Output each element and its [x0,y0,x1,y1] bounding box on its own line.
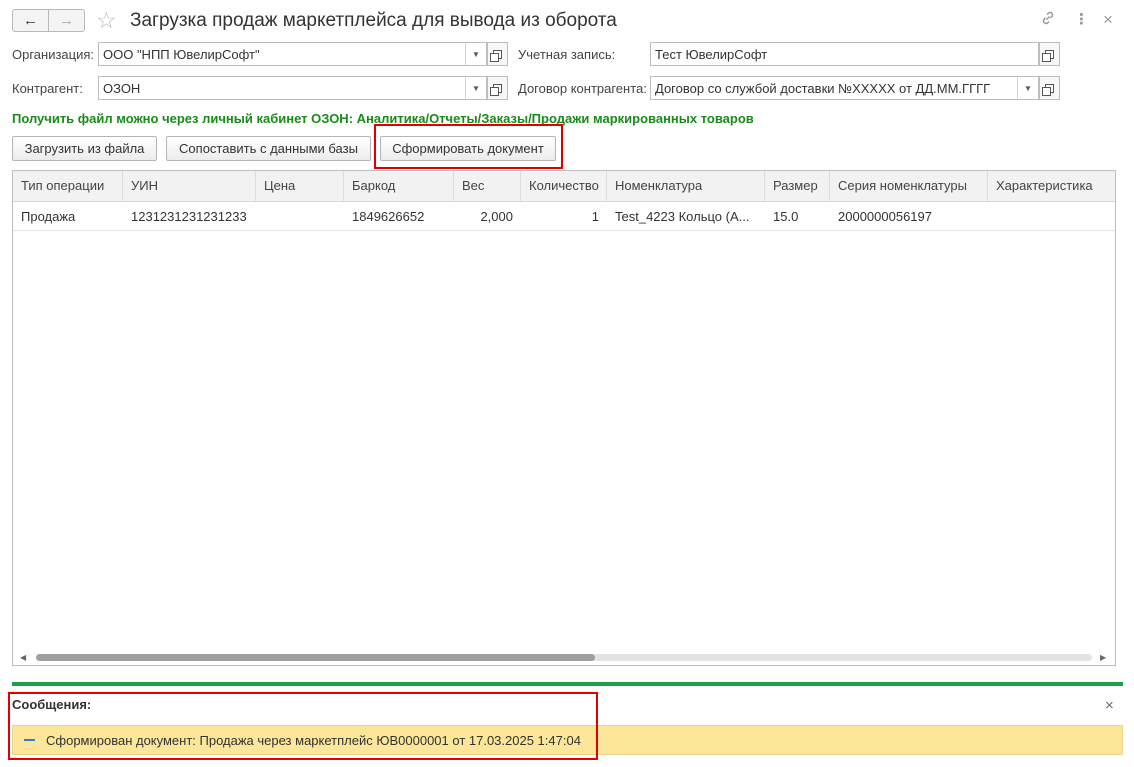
column-header[interactable]: Вес [454,171,521,201]
table-cell [988,202,1115,231]
organization-label: Организация: [12,47,95,62]
contract-label: Договор контрагента: [518,81,647,96]
arrow-left-icon: ← [23,12,38,29]
table-row[interactable]: Продажа 1231231231231233 1849626652 2,00… [13,202,1115,231]
compare-with-db-button[interactable]: Сопоставить с данными базы [166,136,371,161]
column-header[interactable]: Серия номенклатуры [830,171,988,201]
chevron-down-icon[interactable]: ▼ [465,77,486,99]
contract-value: Договор со службой доставки №XXXXX от ДД… [655,80,991,96]
column-header[interactable]: Размер [765,171,830,201]
highlight-box [374,124,563,169]
chevron-down-icon[interactable]: ▼ [465,43,486,65]
panel-divider [12,682,1123,686]
account-label: Учетная запись: [518,47,616,62]
table-cell: Продажа [21,209,76,224]
highlight-box [8,692,598,760]
open-window-icon [1042,83,1054,96]
column-header[interactable]: Тип операции [13,171,123,201]
account-value: Тест ЮвелирСофт [655,46,768,62]
column-header[interactable]: Количество [521,171,607,201]
counterparty-value: ОЗОН [103,80,141,96]
link-icon[interactable] [1040,10,1056,32]
scroll-right-icon[interactable]: ▶ [1100,651,1106,665]
organization-open-button[interactable] [487,42,508,66]
contract-open-button[interactable] [1039,76,1060,100]
table-cell: 2,000 [480,209,513,224]
counterparty-field[interactable]: ОЗОН ▼ [98,76,487,100]
forward-button[interactable]: → [48,9,85,32]
column-header[interactable]: Цена [256,171,344,201]
open-window-icon [1042,49,1054,62]
account-open-button[interactable] [1039,42,1060,66]
table-cell: 1 [591,209,599,224]
table-cell: 15.0 [773,209,799,224]
chevron-down-icon[interactable]: ▼ [1017,77,1038,99]
open-window-icon [490,49,502,62]
table-cell: Test_4223 Кольцо (А... [615,209,750,224]
back-button[interactable]: ← [12,9,49,32]
table-cell: 1849626652 [352,209,425,224]
contract-field[interactable]: Договор со службой доставки №XXXXX от ДД… [650,76,1039,100]
arrow-right-icon: → [59,12,74,29]
window-title: Загрузка продаж маркетплейса для вывода … [130,10,617,31]
link-icon-graphic [1042,11,1054,25]
scroll-left-icon[interactable]: ◀ [20,651,26,665]
messages-close-icon[interactable]: × [1105,698,1114,714]
column-header[interactable]: УИН [123,171,256,201]
table-cell: 2000000056197 [838,209,932,224]
column-header[interactable]: Характеристика [988,171,1115,201]
account-field[interactable]: Тест ЮвелирСофт [650,42,1039,66]
counterparty-open-button[interactable] [487,76,508,100]
favorite-star-icon[interactable]: ☆ [96,6,117,34]
column-header[interactable]: Номенклатура [607,171,765,201]
table-cell: 1231231231231233 [131,209,247,224]
table-cell [256,202,344,231]
more-icon[interactable]: ⋮ [1074,10,1089,30]
data-table[interactable]: Тип операции УИН Цена Баркод Вес Количес… [12,170,1116,666]
horizontal-scrollbar[interactable]: ◀ ▶ [12,650,1116,666]
open-window-icon [490,83,502,96]
close-icon[interactable]: × [1103,10,1113,30]
organization-value: ООО "НПП ЮвелирСофт" [103,46,260,62]
scroll-thumb[interactable] [36,654,595,661]
counterparty-label: Контрагент: [12,81,83,96]
organization-field[interactable]: ООО "НПП ЮвелирСофт" ▼ [98,42,487,66]
load-from-file-button[interactable]: Загрузить из файла [12,136,157,161]
table-header: Тип операции УИН Цена Баркод Вес Количес… [13,171,1115,202]
column-header[interactable]: Баркод [344,171,454,201]
